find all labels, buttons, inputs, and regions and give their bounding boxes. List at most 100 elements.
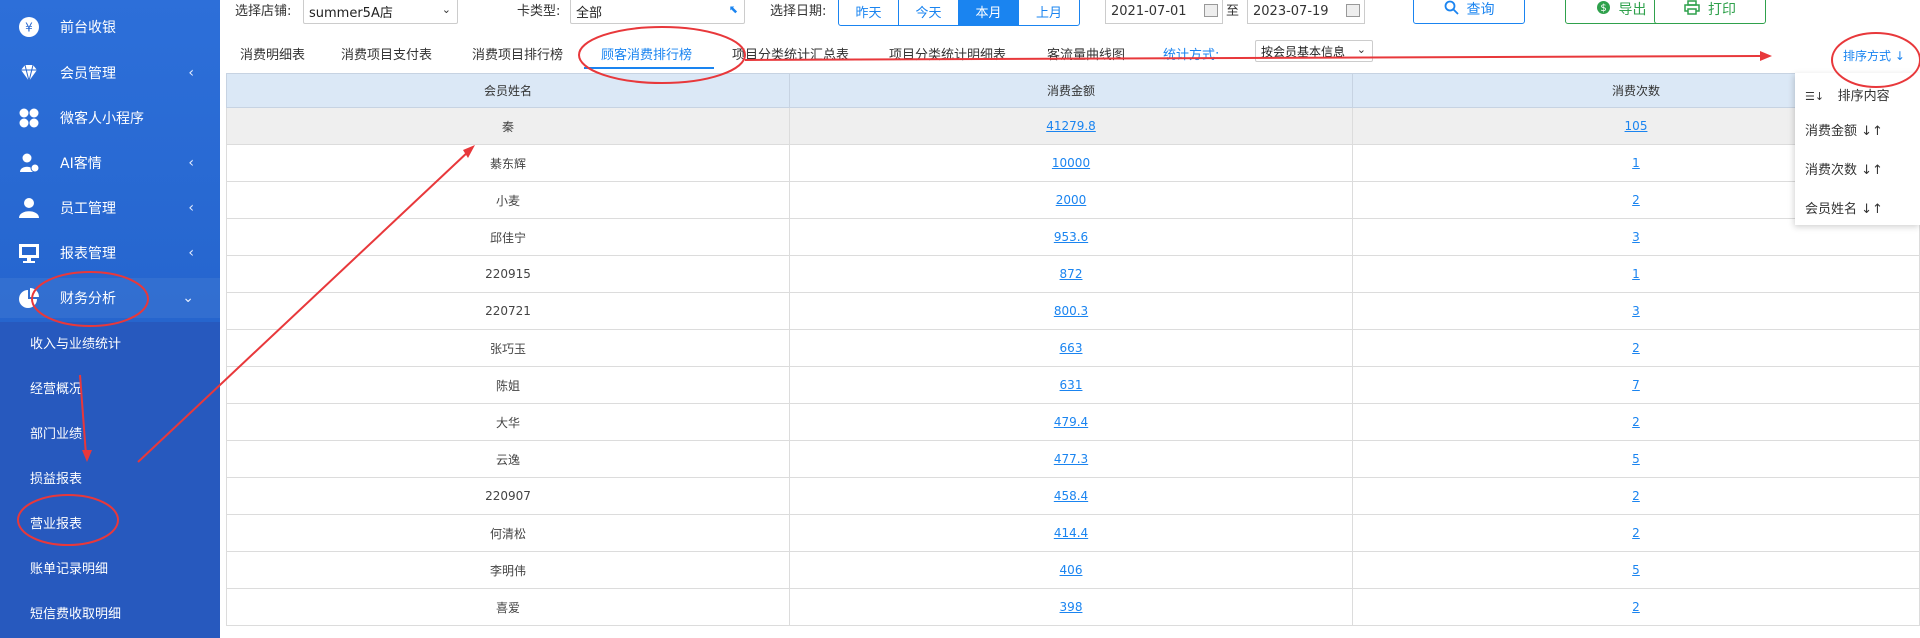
amount-link[interactable]: 406	[1060, 563, 1083, 577]
svg-text:$: $	[1600, 3, 1606, 14]
table-row: 云逸 477.3 5	[226, 440, 1920, 478]
amount-link[interactable]: 872	[1060, 267, 1083, 281]
member-name-cell: 220907	[226, 477, 790, 515]
amount-link[interactable]: 800.3	[1054, 304, 1088, 318]
amount-link[interactable]: 631	[1060, 378, 1083, 392]
amount-link[interactable]: 458.4	[1054, 489, 1088, 503]
count-link[interactable]: 3	[1632, 304, 1640, 318]
diamond-icon	[18, 62, 40, 84]
sort-option-count[interactable]: 消费次数 ↓↑	[1805, 159, 1883, 178]
calendar-icon	[1204, 4, 1218, 17]
amount-cell: 800.3	[789, 292, 1353, 330]
amount-cell: 458.4	[789, 477, 1353, 515]
count-link[interactable]: 5	[1632, 563, 1640, 577]
period-toggle: 昨天 今天 本月 上月	[838, 0, 1080, 26]
search-icon	[1444, 0, 1459, 19]
tab-customer-ranking[interactable]: 顾客消费排行榜	[601, 44, 692, 63]
tab-traffic-chart[interactable]: 客流量曲线图	[1047, 44, 1125, 63]
ai-person-icon	[18, 152, 40, 174]
sort-toggle-icon: ↓↑	[1861, 124, 1883, 139]
table-row: 小麦 2000 2	[226, 181, 1920, 219]
count-link[interactable]: 1	[1632, 156, 1640, 170]
card-type-label: 卡类型:	[517, 4, 561, 19]
column-header-member[interactable]: 会员姓名	[226, 73, 790, 108]
submenu-item-department[interactable]: 部门业绩	[0, 412, 220, 452]
amount-cell: 414.4	[789, 514, 1353, 552]
count-link[interactable]: 105	[1625, 119, 1648, 133]
store-select[interactable]: summer5A店 ⌄	[303, 0, 458, 24]
tab-consumption-detail[interactable]: 消费明细表	[240, 44, 305, 63]
print-button[interactable]: 打印	[1654, 0, 1766, 24]
member-name-cell: 何清松	[226, 514, 790, 552]
count-cell: 2	[1352, 329, 1920, 367]
stat-method-select[interactable]: 按会员基本信息 ⌄	[1255, 40, 1373, 62]
amount-link[interactable]: 41279.8	[1046, 119, 1096, 133]
sidebar-item-members[interactable]: 会员管理 ‹	[0, 53, 220, 93]
count-link[interactable]: 2	[1632, 341, 1640, 355]
chevron-down-icon: ⌄	[441, 3, 451, 16]
count-link[interactable]: 5	[1632, 452, 1640, 466]
amount-cell: 872	[789, 255, 1353, 293]
period-last-month-button[interactable]: 上月	[1019, 0, 1079, 25]
submenu-item-overview[interactable]: 经营概况	[0, 367, 220, 407]
chevron-down-icon: ⌄	[182, 290, 194, 306]
date-from-input[interactable]: 2021-07-01	[1105, 0, 1223, 24]
period-yesterday-button[interactable]: 昨天	[839, 0, 899, 25]
amount-link[interactable]: 479.4	[1054, 415, 1088, 429]
count-link[interactable]: 2	[1632, 193, 1640, 207]
tab-item-ranking[interactable]: 消费项目排行榜	[472, 44, 563, 63]
sidebar-item-ai[interactable]: AI客情 ‹	[0, 143, 220, 183]
submenu-item-bill-records[interactable]: 账单记录明细	[0, 547, 220, 587]
sort-option-name[interactable]: 会员姓名 ↓↑	[1805, 198, 1883, 217]
finance-submenu: 收入与业绩统计 经营概况 部门业绩 损益报表 营业报表 账单记录明细 短信费收取…	[0, 322, 220, 638]
count-cell: 2	[1352, 403, 1920, 441]
tab-category-summary[interactable]: 项目分类统计汇总表	[732, 44, 849, 63]
amount-link[interactable]: 953.6	[1054, 230, 1088, 244]
count-link[interactable]: 3	[1632, 230, 1640, 244]
submenu-item-sms-fees[interactable]: 短信费收取明细	[0, 592, 220, 632]
count-link[interactable]: 7	[1632, 378, 1640, 392]
date-separator: 至	[1226, 4, 1240, 19]
table-row: 李明伟 406 5	[226, 551, 1920, 589]
count-link[interactable]: 2	[1632, 600, 1640, 614]
table-header-row: 会员姓名 消费金额 消费次数	[226, 73, 1920, 108]
sidebar-item-miniprogram[interactable]: 微客人小程序	[0, 98, 220, 138]
sidebar-item-finance[interactable]: 财务分析 ⌄	[0, 278, 220, 318]
amount-link[interactable]: 414.4	[1054, 526, 1088, 540]
sort-method-button[interactable]: 排序方式 ↓	[1843, 47, 1905, 64]
sidebar-item-staff[interactable]: 员工管理 ‹	[0, 188, 220, 228]
count-link[interactable]: 1	[1632, 267, 1640, 281]
amount-link[interactable]: 477.3	[1054, 452, 1088, 466]
count-link[interactable]: 2	[1632, 489, 1640, 503]
table-row: 秦 41279.8 105	[226, 107, 1920, 145]
amount-link[interactable]: 2000	[1056, 193, 1087, 207]
tab-category-detail[interactable]: 项目分类统计明细表	[889, 44, 1006, 63]
count-link[interactable]: 2	[1632, 526, 1640, 540]
filter-bar: 选择店铺: summer5A店 ⌄ 卡类型: 全部 ⬉ 选择日期: 昨天 今天 …	[220, 0, 1920, 30]
amount-link[interactable]: 398	[1060, 600, 1083, 614]
sidebar: ¥ 前台收银 会员管理 ‹ 微客人小程序 AI客情 ‹ 员工管理 ‹ 报表管理 …	[0, 0, 220, 638]
card-type-select[interactable]: 全部 ⬉	[570, 0, 745, 24]
column-header-amount[interactable]: 消费金额	[789, 73, 1353, 108]
sidebar-item-label: 财务分析	[60, 291, 116, 307]
sort-down-icon: ↓	[1891, 49, 1905, 63]
count-link[interactable]: 2	[1632, 415, 1640, 429]
amount-link[interactable]: 10000	[1052, 156, 1090, 170]
amount-link[interactable]: 663	[1060, 341, 1083, 355]
date-to-input[interactable]: 2023-07-19	[1247, 0, 1365, 24]
member-name-cell: 220915	[226, 255, 790, 293]
tab-item-payment[interactable]: 消费项目支付表	[341, 44, 432, 63]
svg-text:¥: ¥	[25, 21, 33, 35]
submenu-item-profit-loss[interactable]: 损益报表	[0, 457, 220, 497]
sort-toggle-icon: ↓↑	[1861, 163, 1883, 178]
amount-cell: 2000	[789, 181, 1353, 219]
sidebar-item-reports[interactable]: 报表管理 ‹	[0, 233, 220, 273]
submenu-item-income[interactable]: 收入与业绩统计	[0, 322, 220, 362]
period-today-button[interactable]: 今天	[899, 0, 959, 25]
submenu-item-business-report[interactable]: 营业报表	[0, 502, 220, 542]
query-button[interactable]: 查询	[1413, 0, 1525, 24]
period-this-month-button[interactable]: 本月	[959, 0, 1019, 25]
count-cell: 2	[1352, 588, 1920, 626]
sort-option-amount[interactable]: 消费金额 ↓↑	[1805, 120, 1883, 139]
sidebar-item-cashier[interactable]: ¥ 前台收银	[0, 7, 220, 47]
